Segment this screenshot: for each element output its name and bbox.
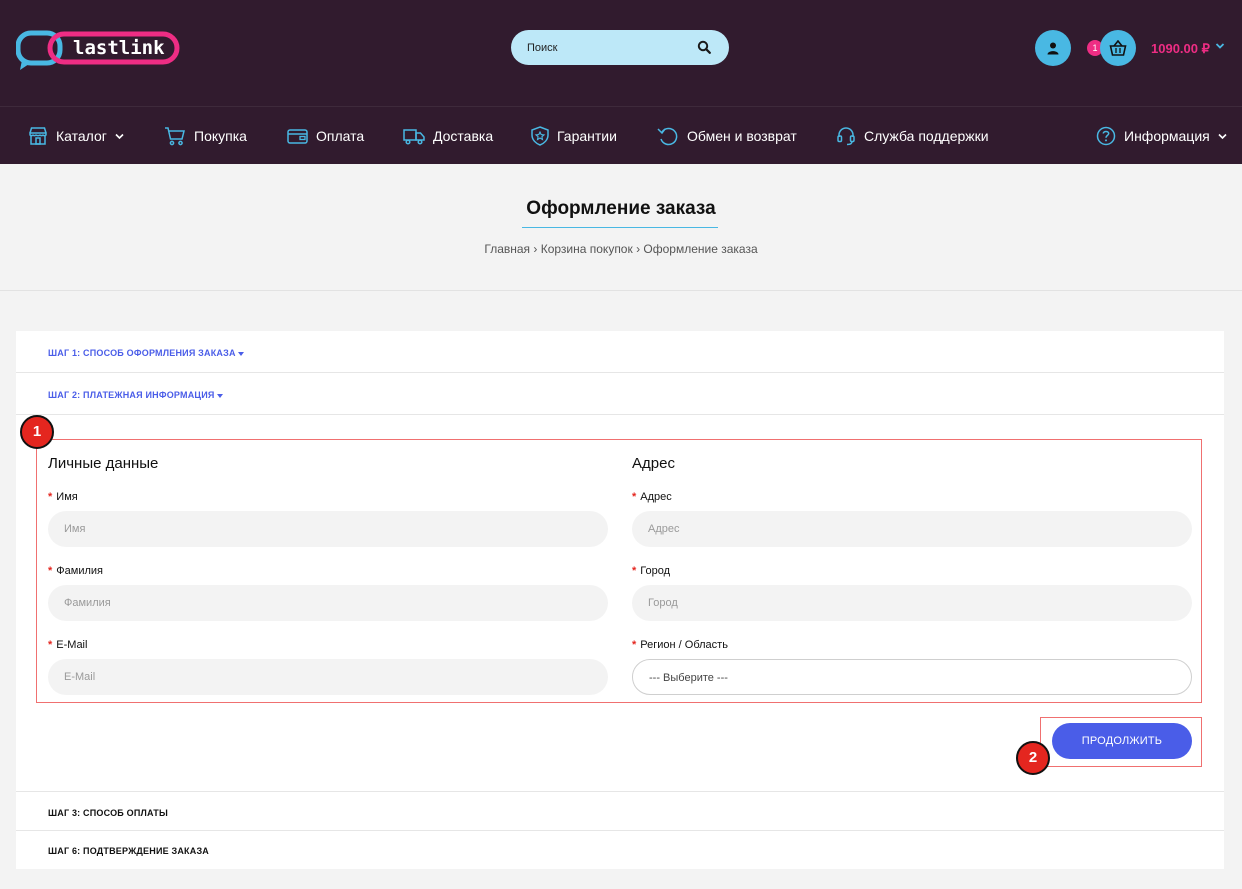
region-select[interactable]: --- Выберите --- xyxy=(632,659,1192,695)
account-button[interactable] xyxy=(1035,30,1071,66)
last-name-input[interactable] xyxy=(48,585,608,621)
breadcrumb[interactable]: Главная › Корзина покупок › Оформление з… xyxy=(0,242,1242,256)
user-icon xyxy=(1047,42,1059,55)
question-icon xyxy=(1096,126,1116,146)
step-1-header[interactable]: Шаг 1: Способ оформления заказа xyxy=(16,331,1224,373)
cart-button[interactable] xyxy=(1100,30,1136,66)
nav-purchase[interactable]: Покупка xyxy=(164,107,247,165)
nav-catalog-label: Каталог xyxy=(56,128,107,144)
nav-support[interactable]: Служба поддержки xyxy=(836,107,989,165)
chevron-down-icon[interactable] xyxy=(1215,42,1225,50)
region-label: * Регион / Область xyxy=(632,639,728,651)
chevron-down-icon xyxy=(1218,133,1227,139)
step-2-header[interactable]: Шаг 2: Платежная информация xyxy=(16,373,1224,415)
logo-text[interactable]: lastlink xyxy=(73,37,165,59)
first-name-input[interactable] xyxy=(48,511,608,547)
nav-payment-label: Оплата xyxy=(316,128,365,144)
continue-button[interactable]: Продолжить xyxy=(1052,723,1192,759)
search-input[interactable]: Поиск xyxy=(527,42,557,54)
nav-info[interactable]: Информация xyxy=(1096,107,1227,165)
cart-icon xyxy=(165,127,185,146)
last-name-label: * Фамилия xyxy=(48,565,103,577)
annotation-marker-2: 2 xyxy=(1016,741,1050,775)
step-2-title[interactable]: Шаг 2: Платежная информация xyxy=(48,390,223,400)
main-nav: Каталог Покупка Оплата Доставка Гарантии… xyxy=(0,106,1242,164)
cart-total[interactable]: 1090.00 ₽ xyxy=(1151,41,1210,57)
nav-purchase-label: Покупка xyxy=(194,128,247,144)
city-input[interactable] xyxy=(632,585,1192,621)
page-title: Оформление заказа xyxy=(526,198,716,219)
wallet-icon xyxy=(287,129,308,144)
chevron-down-icon xyxy=(115,133,124,139)
annotation-marker-1: 1 xyxy=(20,415,54,449)
address-title: Адрес xyxy=(632,455,675,472)
title-underline xyxy=(522,227,718,228)
search-icon[interactable] xyxy=(697,40,711,54)
step-1-title[interactable]: Шаг 1: Способ оформления заказа xyxy=(48,348,244,358)
step-3-title[interactable]: Шаг 3: Способ оплаты xyxy=(48,808,168,818)
step-3-header[interactable]: Шаг 3: Способ оплаты xyxy=(16,791,1224,831)
step-6-title[interactable]: Шаг 6: Подтверждение заказа xyxy=(48,846,209,856)
nav-payment[interactable]: Оплата xyxy=(287,107,364,165)
return-icon xyxy=(657,127,678,146)
address-label: * Адрес xyxy=(632,491,672,503)
step-6-header[interactable]: Шаг 6: Подтверждение заказа xyxy=(16,831,1224,869)
headset-icon xyxy=(837,127,855,146)
nav-delivery-label: Доставка xyxy=(433,128,494,144)
caret-down-icon xyxy=(216,393,223,398)
section-divider xyxy=(0,290,1242,291)
email-input[interactable] xyxy=(48,659,608,695)
nav-delivery[interactable]: Доставка xyxy=(403,107,493,165)
top-header: lastlink Поиск 1 1090.00 ₽ xyxy=(0,0,1242,106)
email-label: * E-Mail xyxy=(48,639,88,651)
first-name-label: * Имя xyxy=(48,491,78,503)
nav-info-label: Информация xyxy=(1124,128,1210,144)
nav-support-label: Служба поддержки xyxy=(864,128,989,144)
search-bar[interactable]: Поиск xyxy=(511,30,729,65)
shield-icon xyxy=(531,126,549,146)
basket-icon xyxy=(1109,40,1127,56)
nav-exchange[interactable]: Обмен и возврат xyxy=(657,107,797,165)
address-input[interactable] xyxy=(632,511,1192,547)
checkout-panel: Шаг 1: Способ оформления заказа Шаг 2: П… xyxy=(16,331,1224,869)
personal-data-title: Личные данные xyxy=(48,455,159,472)
store-icon xyxy=(29,127,47,145)
city-label: * Город xyxy=(632,565,671,577)
nav-exchange-label: Обмен и возврат xyxy=(687,128,797,144)
truck-icon xyxy=(403,129,425,145)
caret-down-icon xyxy=(237,351,244,356)
nav-guarantees[interactable]: Гарантии xyxy=(531,107,617,165)
nav-guarantees-label: Гарантии xyxy=(557,128,617,144)
nav-catalog[interactable]: Каталог xyxy=(28,107,124,165)
